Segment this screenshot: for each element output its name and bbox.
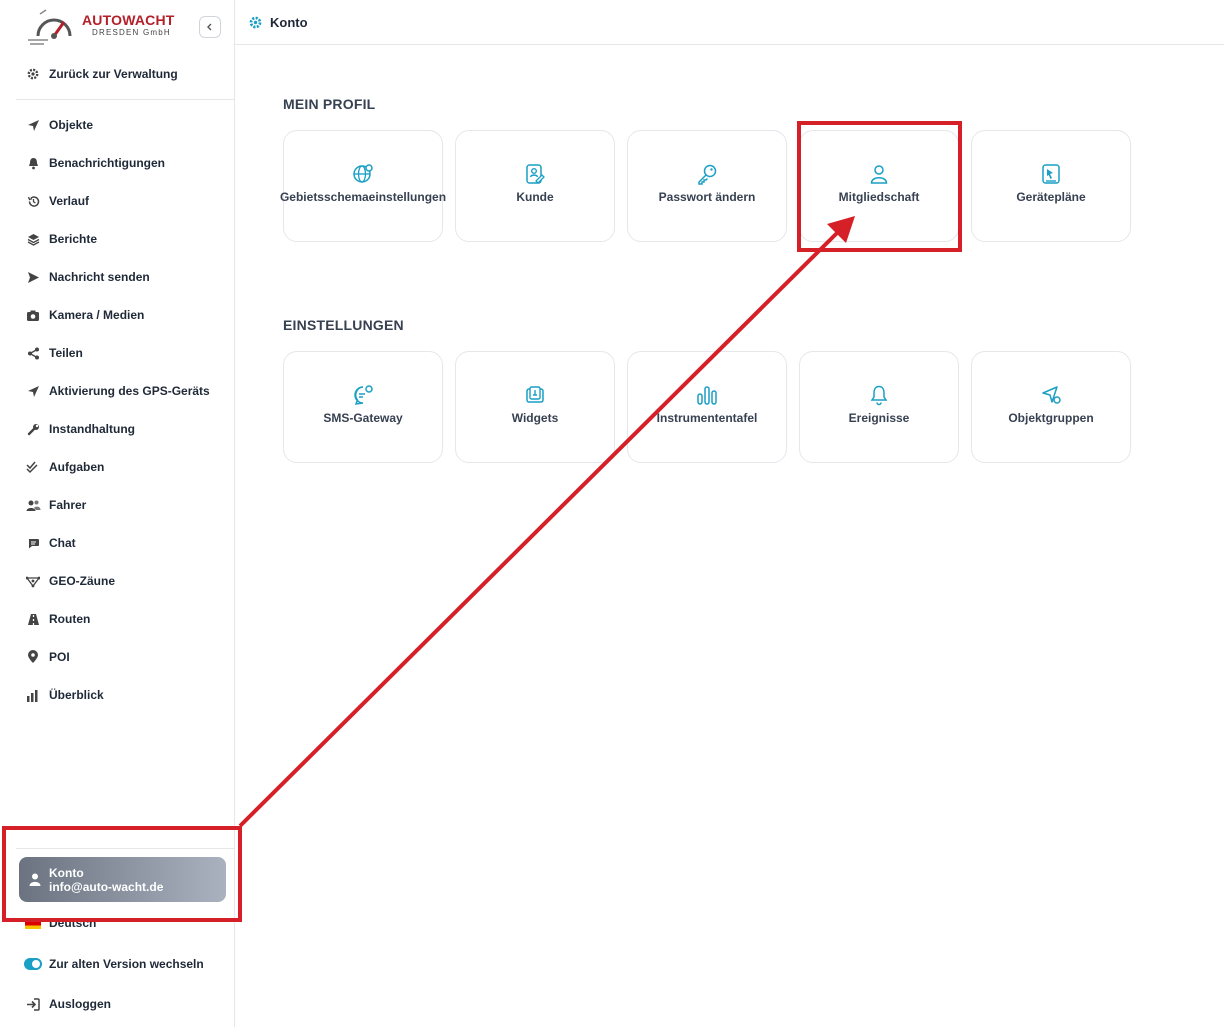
chevron-left-icon (207, 23, 212, 31)
highlight-box-account (2, 826, 242, 922)
sidebar-item-label: Instandhaltung (49, 422, 135, 436)
tile-widgets[interactable]: Widgets (455, 351, 615, 463)
sidebar-item-chat[interactable]: Chat (24, 533, 76, 553)
section-title-profile: MEIN PROFIL (283, 96, 376, 112)
page-title: Konto (270, 14, 308, 30)
sidebar-item-berichte[interactable]: Berichte (24, 229, 97, 249)
bell-icon (24, 154, 42, 172)
sidebar-item-aufgaben[interactable]: Aufgaben (24, 457, 104, 477)
sidebar-item-fahrer[interactable]: Fahrer (24, 495, 86, 515)
logout-icon (24, 995, 42, 1013)
sidebar-item-verlauf[interactable]: Verlauf (24, 191, 89, 211)
sidebar-item-label: Kamera / Medien (49, 308, 145, 322)
sidebar-item-geo-zaeune[interactable]: GEO-Zäune (24, 571, 115, 591)
tile-label: Gebietsschemaeinstellungen (279, 190, 447, 204)
layers-icon (24, 230, 42, 248)
old-version-toggle[interactable]: Zur alten Version wechseln (24, 954, 204, 974)
sidebar-item-label: Benachrichtigungen (49, 156, 166, 170)
collapse-sidebar-button[interactable] (199, 16, 221, 38)
tile-kunde[interactable]: Kunde (455, 130, 615, 242)
sidebar-item-label: Fahrer (49, 498, 87, 512)
tile-label: Objektgruppen (1008, 411, 1094, 425)
sidebar-divider (16, 99, 234, 100)
tile-ereignisse[interactable]: Ereignisse (799, 351, 959, 463)
tile-label: Gerätepläne (1016, 190, 1086, 204)
map-pin-icon (24, 648, 42, 666)
tile-label: SMS-Gateway (323, 411, 403, 425)
page-header: Konto (235, 0, 1224, 45)
sidebar-item-label: Chat (49, 536, 76, 550)
bar-chart-icon (24, 686, 42, 704)
section-title-settings: EINSTELLUNGEN (283, 317, 404, 333)
customer-card-icon (524, 163, 546, 185)
logo[interactable]: AUTOWACHT DRESDEN GmbH (26, 6, 186, 46)
sidebar-item-label: Routen (49, 612, 91, 626)
speedometer-logo-icon (28, 9, 72, 45)
back-to-admin-link[interactable]: Zurück zur Verwaltung (24, 64, 178, 84)
send-icon (24, 268, 42, 286)
sidebar-item-label: Berichte (49, 232, 98, 246)
logo-subtitle: DRESDEN GmbH (92, 28, 171, 37)
sidebar-item-label: POI (49, 650, 70, 664)
tile-label: Ereignisse (848, 411, 910, 425)
sidebar-item-poi[interactable]: POI (24, 647, 70, 667)
old-version-label: Zur alten Version wechseln (49, 957, 204, 971)
highlight-box-membership (797, 121, 962, 252)
sidebar-item-label: GEO-Zäune (49, 574, 116, 588)
key-icon (696, 163, 718, 185)
tile-label: Kunde (516, 190, 554, 204)
tile-instrumententafel[interactable]: Instrumententafel (627, 351, 787, 463)
tile-passwort-aendern[interactable]: Passwort ändern (627, 130, 787, 242)
tile-objektgruppen[interactable]: Objektgruppen (971, 351, 1131, 463)
gear-icon (247, 14, 263, 30)
tile-gebietsschemaeinstellungen[interactable]: Gebietsschemaeinstellungen (279, 130, 447, 242)
navigation-settings-icon (1040, 384, 1062, 406)
tile-label: Widgets (511, 411, 559, 425)
sidebar-item-routen[interactable]: Routen (24, 609, 90, 629)
double-check-icon (24, 458, 42, 476)
tile-geraeteplaene[interactable]: Gerätepläne (971, 130, 1131, 242)
users-icon (24, 496, 42, 514)
navigation-arrow-icon (24, 382, 42, 400)
sidebar-item-label: Aktivierung des GPS-Geräts (49, 384, 210, 398)
sidebar-item-label: Teilen (49, 346, 83, 360)
history-icon (24, 192, 42, 210)
sidebar-item-label: Objekte (49, 118, 94, 132)
navigation-arrow-icon (24, 116, 42, 134)
sidebar-item-teilen[interactable]: Teilen (24, 343, 83, 363)
back-to-admin-label: Zurück zur Verwaltung (49, 67, 178, 81)
road-icon (24, 610, 42, 628)
sidebar-item-instandhaltung[interactable]: Instandhaltung (24, 419, 135, 439)
sidebar-item-label: Überblick (49, 688, 104, 702)
sidebar-item-label: Verlauf (49, 194, 90, 208)
sidebar-item-gps-aktivierung[interactable]: Aktivierung des GPS-Geräts (24, 381, 210, 401)
sidebar-item-objekte[interactable]: Objekte (24, 115, 93, 135)
share-icon (24, 344, 42, 362)
tile-label: Instrumententafel (656, 411, 758, 425)
geofence-icon (24, 572, 42, 590)
logo-brand: AUTOWACHT (82, 12, 175, 28)
bell-icon (868, 384, 890, 406)
device-plan-icon (1040, 163, 1062, 185)
tile-sms-gateway[interactable]: SMS-Gateway (283, 351, 443, 463)
wrench-icon (24, 420, 42, 438)
sidebar-item-benachrichtigungen[interactable]: Benachrichtigungen (24, 153, 165, 173)
sidebar-item-label: Aufgaben (49, 460, 105, 474)
logout-link[interactable]: Ausloggen (24, 994, 111, 1014)
logout-label: Ausloggen (49, 997, 111, 1011)
globe-settings-icon (352, 163, 374, 185)
sidebar-item-nachricht-senden[interactable]: Nachricht senden (24, 267, 150, 287)
toggle-switch[interactable] (24, 955, 42, 973)
chat-icon (24, 534, 42, 552)
widget-icon (524, 384, 546, 406)
message-settings-icon (352, 384, 374, 406)
gear-icon (24, 65, 42, 83)
camera-icon (24, 306, 42, 324)
sidebar-item-kamera-medien[interactable]: Kamera / Medien (24, 305, 144, 325)
sidebar-item-ueberblick[interactable]: Überblick (24, 685, 104, 705)
bars-icon (696, 384, 718, 406)
sidebar-item-label: Nachricht senden (49, 270, 150, 284)
tile-label: Passwort ändern (658, 190, 756, 204)
